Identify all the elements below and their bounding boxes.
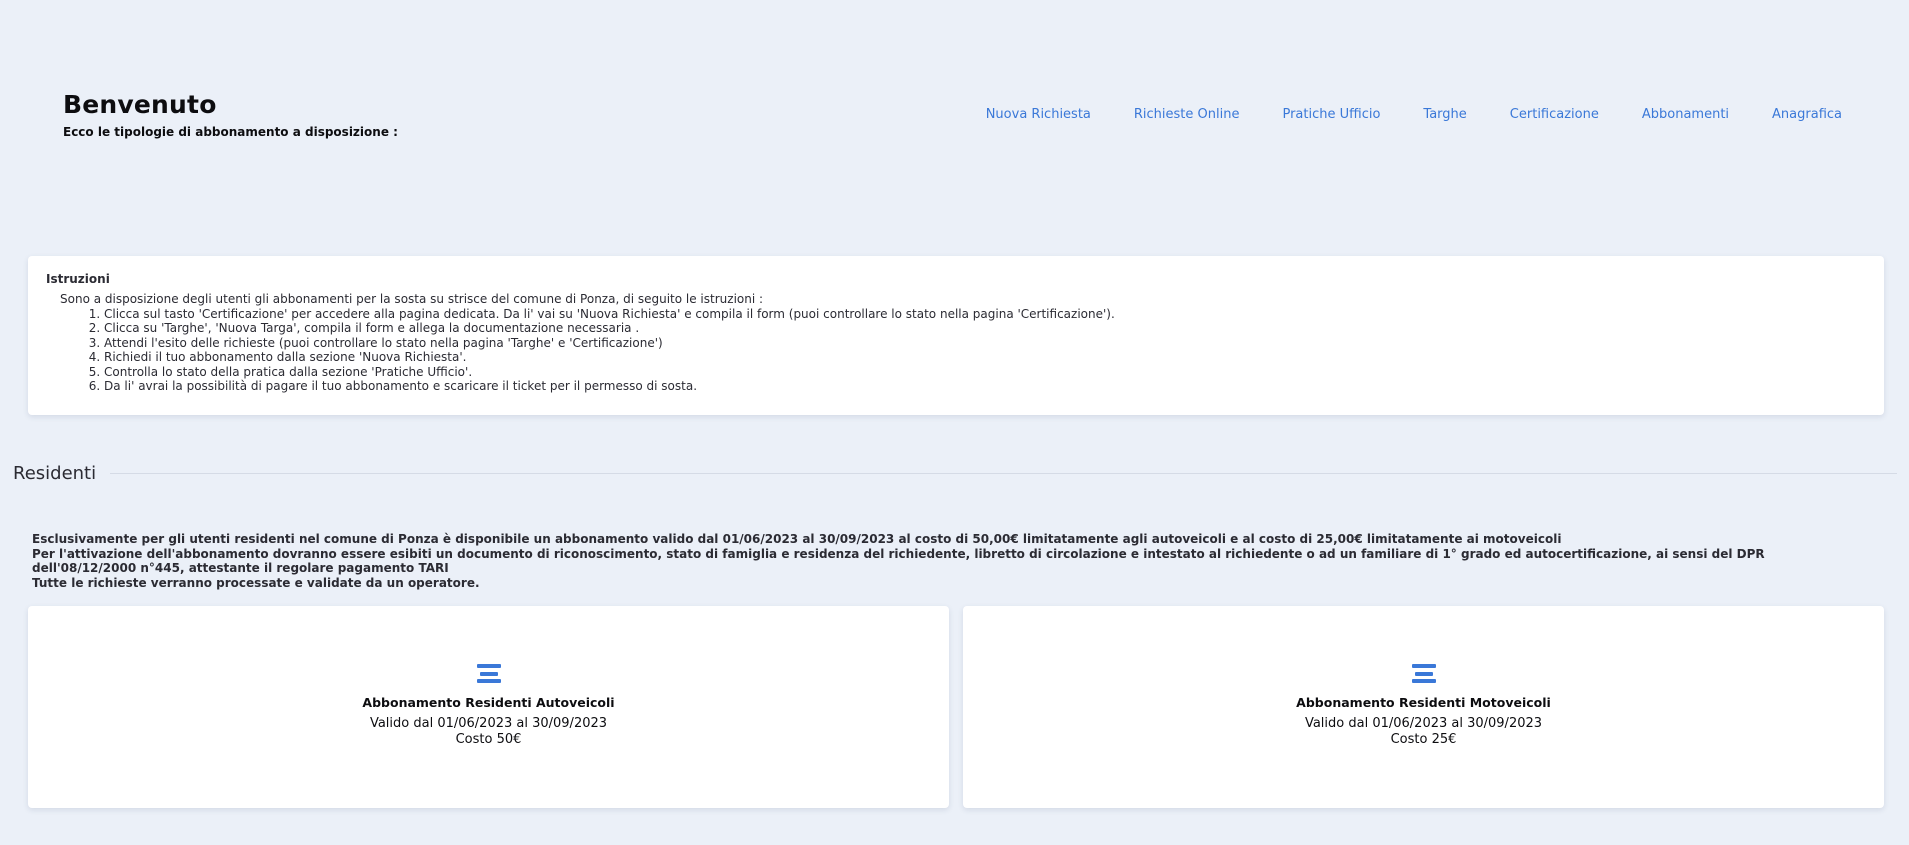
page-header: Benvenuto Ecco le tipologie di abbonamen…: [63, 90, 398, 139]
instructions-title: Istruzioni: [46, 272, 110, 286]
card-cost: Costo 25€: [1390, 732, 1457, 747]
nav-item-richieste-online[interactable]: Richieste Online: [1134, 107, 1240, 122]
section-header-residenti: Residenti: [13, 463, 1897, 484]
card-title: Abbonamento Residenti Autoveicoli: [362, 695, 615, 710]
nav-item-abbonamenti[interactable]: Abbonamenti: [1642, 107, 1729, 122]
card-title: Abbonamento Residenti Motoveicoli: [1296, 695, 1551, 710]
instruction-step: Controlla lo stato della pratica dalla s…: [104, 365, 1866, 380]
subscription-card-motoveicoli[interactable]: Abbonamento Residenti Motoveicoli Valido…: [963, 606, 1884, 808]
top-nav: Nuova Richiesta Richieste Online Pratich…: [943, 107, 1842, 122]
menu-lines-icon: [476, 664, 501, 683]
subscription-card-autoveicoli[interactable]: Abbonamento Residenti Autoveicoli Valido…: [28, 606, 949, 808]
description-line: Tutte le richieste verranno processate e…: [32, 575, 480, 590]
description-line: Esclusivamente per gli utenti residenti …: [32, 532, 1562, 546]
nav-item-anagrafica[interactable]: Anagrafica: [1772, 107, 1842, 122]
instruction-step: Attendi l'esito delle richieste (puoi co…: [104, 336, 1866, 351]
section-title: Residenti: [13, 463, 97, 484]
nav-item-nuova-richiesta[interactable]: Nuova Richiesta: [986, 107, 1091, 122]
instruction-step: Clicca su 'Targhe', 'Nuova Targa', compi…: [104, 321, 1866, 336]
instruction-step: Richiedi il tuo abbonamento dalla sezion…: [104, 350, 1866, 365]
instructions-list: Clicca sul tasto 'Certificazione' per ac…: [46, 307, 1866, 394]
page-title: Benvenuto: [63, 90, 217, 119]
card-cost: Costo 50€: [455, 732, 522, 747]
menu-lines-icon: [1411, 664, 1436, 683]
nav-item-certificazione[interactable]: Certificazione: [1510, 107, 1599, 122]
section-divider: [110, 473, 1897, 474]
description-line: Per l'attivazione dell'abbonamento dovra…: [32, 546, 1765, 576]
instruction-step: Clicca sul tasto 'Certificazione' per ac…: [104, 307, 1866, 322]
section-description: Esclusivamente per gli utenti residenti …: [32, 532, 1872, 590]
instructions-panel: Istruzioni Sono a disposizione degli ute…: [28, 256, 1884, 415]
card-validity: Valido dal 01/06/2023 al 30/09/2023: [369, 716, 608, 731]
nav-item-pratiche-ufficio[interactable]: Pratiche Ufficio: [1282, 107, 1380, 122]
instruction-step: Da li' avrai la possibilità di pagare il…: [104, 379, 1866, 394]
card-validity: Valido dal 01/06/2023 al 30/09/2023: [1304, 716, 1543, 731]
nav-item-targhe[interactable]: Targhe: [1423, 107, 1466, 122]
instructions-intro: Sono a disposizione degli utenti gli abb…: [60, 292, 764, 306]
page-subtitle: Ecco le tipologie di abbonamento a dispo…: [63, 125, 398, 139]
